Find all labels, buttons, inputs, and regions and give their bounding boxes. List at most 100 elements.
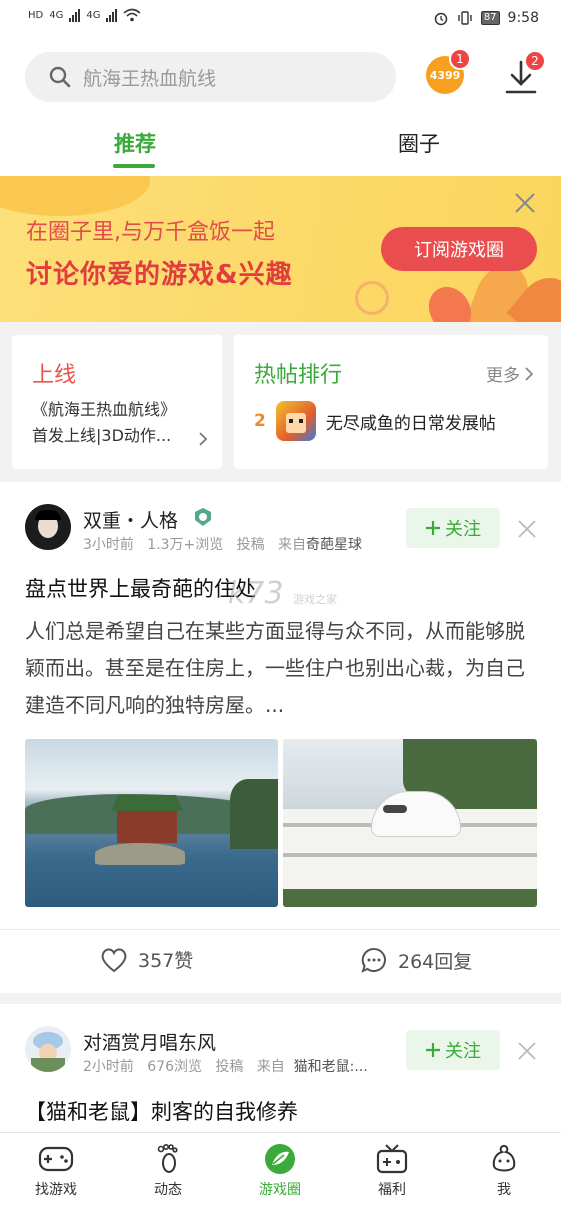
signal-icon-2: [106, 8, 118, 22]
post-image[interactable]: [283, 739, 537, 907]
app-screen: HD 4G 4G 87 9:58 航海王热血航线 4399 1 2 推荐 圈子 …: [0, 0, 561, 1214]
watermark-text: k73: [228, 576, 284, 611]
tab-recommend[interactable]: 推荐: [114, 128, 156, 158]
feature-cards: 上线 《航海王热血航线》 首发上线|3D动作... 热帖排行 更多 2 无尽咸鱼…: [0, 322, 561, 482]
avatar[interactable]: [25, 504, 71, 550]
nav-label: 福利: [378, 1182, 406, 1198]
battery-icon: 87: [480, 11, 500, 25]
post-time: 3小时前: [83, 537, 134, 553]
nav-feed[interactable]: 动态: [128, 1143, 208, 1199]
nav-label: 游戏圈: [259, 1182, 301, 1198]
banner-swirl-decoration: [355, 281, 389, 315]
watermark: k73 游戏之家: [228, 576, 348, 624]
status-left: HD 4G 4G: [28, 8, 142, 22]
hd-label: HD: [28, 9, 44, 21]
banner-decoration: [0, 176, 150, 216]
plus-icon: [426, 521, 440, 535]
follow-button[interactable]: 关注: [406, 508, 500, 548]
status-right: 87 9:58: [433, 10, 539, 26]
post-body[interactable]: 人们总是希望自己在某些方面显得与众不同，从而能够脱颖而出。甚至是在住房上，一些住…: [25, 613, 540, 724]
post-title[interactable]: 盘点世界上最奇葩的住处: [25, 573, 256, 603]
reply-count: 264回复: [398, 950, 473, 973]
reply-button[interactable]: 264回复: [360, 946, 472, 974]
post-card[interactable]: 双重・人格 3小时前 1.3万+浏览 投稿 来自奇葩星球 关注 盘点世界上最奇葩…: [0, 482, 561, 993]
nav-find-games[interactable]: 找游戏: [16, 1143, 96, 1199]
gamepad-icon: [38, 1146, 74, 1172]
avatar[interactable]: [25, 1026, 71, 1072]
network-4g-label: 4G: [49, 9, 64, 21]
hot-posts-title: 热帖排行: [254, 363, 343, 388]
dismiss-icon[interactable]: [516, 1040, 538, 1062]
plus-icon: [426, 1043, 440, 1057]
chevron-right-icon: [199, 432, 208, 446]
chevron-right-icon: [525, 366, 534, 381]
promo-banner[interactable]: 在圈子里,与万千盒饭一起 讨论你爱的游戏&兴趣 订阅游戏圈: [0, 176, 561, 322]
more-label: 更多: [486, 366, 520, 386]
like-count: 357赞: [138, 950, 194, 972]
search-placeholder: 航海王热血航线: [83, 67, 217, 90]
post-tag: 投稿: [236, 537, 265, 553]
status-bar: HD 4G 4G 87 9:58: [0, 0, 561, 38]
tab-bar: 推荐 圈子: [0, 124, 561, 176]
post-from-label: 来自: [278, 537, 306, 553]
online-card[interactable]: 上线 《航海王热血航线》 首发上线|3D动作...: [12, 335, 222, 469]
banner-subtitle: 在圈子里,与万千盒饭一起: [26, 220, 275, 245]
post-views: 1.3万+浏览: [147, 537, 224, 553]
download-notification-badge: 2: [524, 50, 546, 72]
post-meta: 3小时前 1.3万+浏览 投稿 来自奇葩星球: [83, 534, 362, 554]
gift-tv-icon: [376, 1144, 408, 1174]
nav-label: 我: [497, 1182, 511, 1198]
watermark-subtext: 游戏之家: [293, 593, 338, 606]
nav-me[interactable]: 我: [464, 1143, 544, 1199]
logo-notification-badge: 1: [449, 48, 471, 70]
user-badge-icon: [195, 508, 211, 526]
follow-label: 关注: [445, 1041, 481, 1062]
alarm-icon: [434, 12, 448, 26]
author-name[interactable]: 对酒赏月唱东风: [83, 1028, 216, 1055]
subscribe-circle-button[interactable]: 订阅游戏圈: [381, 227, 537, 271]
post-title[interactable]: 【猫和老鼠】刺客的自我修养: [25, 1096, 298, 1126]
hot-post-title: 无尽咸鱼的日常发展帖: [325, 413, 496, 434]
heart-icon: [101, 948, 127, 972]
rank-number: 2: [254, 411, 266, 431]
follow-button[interactable]: 关注: [406, 1030, 500, 1070]
nav-label: 找游戏: [35, 1182, 77, 1198]
dismiss-icon[interactable]: [516, 518, 538, 540]
search-bar[interactable]: 航海王热血航线: [25, 52, 396, 102]
active-tab-indicator: [113, 164, 155, 168]
author-name[interactable]: 双重・人格: [83, 506, 178, 533]
tab-circle[interactable]: 圈子: [398, 128, 440, 158]
post-from-label: 来自: [256, 1059, 285, 1075]
post-source-circle[interactable]: 猫和老鼠:...: [294, 1059, 368, 1075]
online-card-line2: 首发上线|3D动作...: [32, 426, 172, 445]
post-card[interactable]: 对酒赏月唱东风 2小时前 676浏览 投稿 来自 猫和老鼠:... 关注 【猫和…: [0, 1004, 561, 1132]
search-icon: [49, 66, 71, 88]
post-actions: 357赞 264回复: [0, 929, 561, 993]
wifi-icon: [123, 8, 142, 22]
logo-text: 4399: [429, 68, 461, 82]
network-4g-label-2: 4G: [86, 9, 101, 21]
follow-label: 关注: [445, 519, 481, 540]
hot-post-item[interactable]: 2 无尽咸鱼的日常发展帖: [254, 401, 496, 441]
close-icon[interactable]: [512, 190, 538, 216]
clock: 9:58: [507, 10, 539, 26]
comment-icon: [361, 947, 386, 973]
post-image[interactable]: [25, 739, 278, 907]
vibrate-icon: [458, 11, 472, 25]
online-card-line1: 《航海王热血航线》: [32, 400, 177, 419]
more-link[interactable]: 更多: [486, 361, 534, 386]
hot-posts-card[interactable]: 热帖排行 更多 2 无尽咸鱼的日常发展帖: [234, 335, 548, 469]
banner-title: 讨论你爱的游戏&兴趣: [26, 260, 293, 290]
online-card-title: 上线: [32, 363, 77, 388]
post-time: 2小时前: [83, 1059, 134, 1075]
bottom-nav: 找游戏 动态 游戏圈 福利 我: [0, 1132, 561, 1214]
post-source-circle[interactable]: 奇葩星球: [306, 537, 362, 553]
profile-icon: [492, 1144, 516, 1172]
nav-game-circle[interactable]: 游戏圈: [240, 1143, 320, 1199]
signal-icon: [69, 8, 81, 22]
game-thumbnail: [275, 401, 316, 441]
banner-leaf-decoration-2: [420, 279, 480, 322]
nav-welfare[interactable]: 福利: [352, 1143, 432, 1199]
like-button[interactable]: 357赞: [100, 946, 193, 973]
post-tag: 投稿: [215, 1059, 244, 1075]
